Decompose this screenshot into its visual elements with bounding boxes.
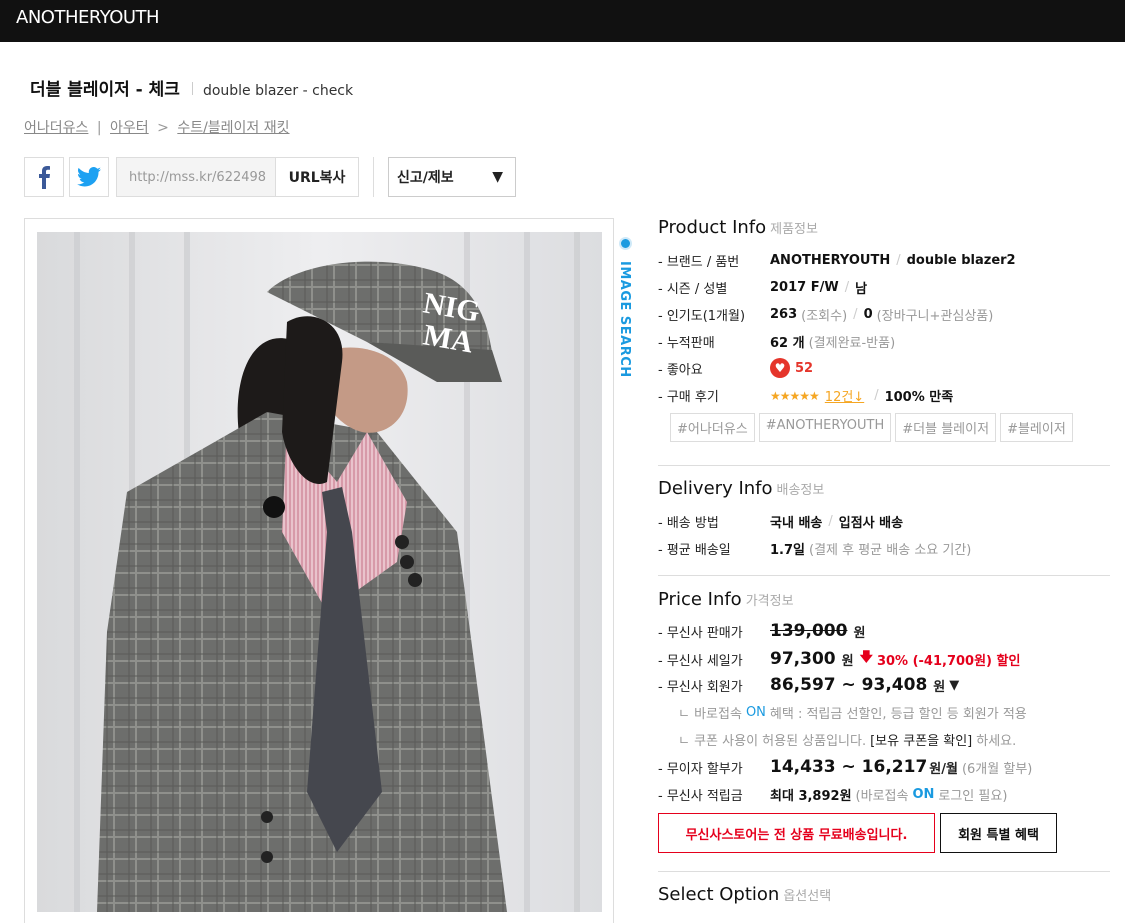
tag-chip[interactable]: #어나더유스 [670, 413, 755, 442]
breadcrumb-category[interactable]: 수트/블레이저 재킷 [177, 120, 289, 136]
tag-list: #어나더유스 #ANOTHERYOUTH #더블 블레이저 #블레이저 [670, 413, 1077, 442]
breadcrumb-separator: > [157, 120, 169, 136]
product-title: 더블 블레이저 - 체크 double blazer - check [30, 75, 353, 100]
brand-link[interactable]: ANOTHERYOUTH [770, 253, 890, 268]
member-price-toggle-icon[interactable]: ▼ [949, 678, 959, 693]
section-divider [658, 575, 1110, 576]
title-divider [191, 82, 193, 95]
product-title-en: double blazer - check [202, 83, 354, 99]
product-info-panel: Product Info 제품정보 - 브랜드 / 품번 ANOTHERYOUTH… [658, 217, 1110, 923]
price-row-installment: - 무이자 할부가 14,433 ~ 16,217 원/월 (6개월 할부) [658, 757, 1033, 777]
price-row-sale: - 무신사 세일가 97,300 원 🡇 30% (-41,700원) 할인 [658, 649, 1021, 669]
breadcrumb-brand[interactable]: 어나더유스 [24, 120, 88, 136]
product-title-ko: 더블 블레이저 - 체크 [30, 80, 180, 100]
normal-price: 139,000 [770, 621, 848, 641]
price-row-points: - 무신사 적립금 최대 3,892원 (바로접속 ON 로그인 필요) [658, 787, 1008, 804]
delivery-row-days: - 평균 배송일 1.7일 (결제 후 평균 배송 소요 기간) [658, 543, 972, 558]
product-code: double blazer2 [906, 253, 1016, 268]
delivery-info-title: Delivery Info 배송정보 [658, 478, 825, 499]
product-photo[interactable]: NIG MA [37, 232, 602, 912]
image-search-tab[interactable]: IMAGE SEARCH [613, 235, 639, 378]
url-copy-button[interactable]: URL복사 [276, 157, 359, 197]
member-price: 86,597 ~ 93,408 [770, 675, 928, 695]
twitter-icon [77, 167, 101, 187]
breadcrumb-outer[interactable]: 아우터 [110, 120, 149, 136]
info-row-brand: - 브랜드 / 품번 ANOTHERYOUTH / double blazer2 [658, 253, 1016, 270]
toolbar-divider [373, 157, 374, 197]
rating-stars-icon: ★★★★★ [770, 388, 820, 403]
price-row-normal: - 무신사 판매가 139,000 원 [658, 621, 866, 641]
like-count: 52 [795, 360, 814, 376]
share-url-field[interactable]: http://mss.kr/622498 [116, 157, 276, 197]
info-row-season: - 시즌 / 성별 2017 F/W / 남 [658, 280, 868, 297]
tag-chip[interactable]: #블레이저 [1000, 413, 1073, 442]
price-note-direct: ㄴ 바로접속 ON 혜택 : 적립금 선할인, 등급 할인 등 회원가 적용 [678, 705, 1027, 722]
twitter-share-button[interactable] [69, 157, 109, 197]
tag-chip[interactable]: #더블 블레이저 [895, 413, 997, 442]
product-image-frame: NIG MA IMAGE SEARCH [24, 218, 632, 923]
price-row-member: - 무신사 회원가 86,597 ~ 93,408 원 ▼ [658, 675, 960, 695]
share-toolbar: http://mss.kr/622498 URL복사 신고/제보 ▼ [24, 157, 516, 197]
info-row-likes: - 좋아요 ♥ 52 [658, 358, 813, 378]
price-info-title: Price Info 가격정보 [658, 589, 794, 610]
product-info-title: Product Info 제품정보 [658, 217, 818, 238]
heart-icon[interactable]: ♥ [770, 358, 790, 378]
image-search-label: IMAGE SEARCH [617, 261, 632, 378]
check-coupon-link[interactable]: [보유 쿠폰을 확인] [870, 730, 972, 749]
info-row-popularity: - 인기도(1개월) 263 (조회수) / 0 (장바구니+관심상품) [658, 307, 994, 324]
review-count-link[interactable]: 12건↓ [825, 386, 864, 405]
price-note-coupon: ㄴ 쿠폰 사용이 허용된 상품입니다. [보유 쿠폰을 확인] 하세요. [678, 730, 1016, 749]
sale-price: 97,300 [770, 649, 836, 669]
arrow-down-icon: 🡇 [859, 650, 873, 665]
top-bar: ANOTHERYOUTH [0, 0, 1125, 42]
info-row-reviews: - 구매 후기 ★★★★★ 12건↓ / 100% 만족 [658, 386, 954, 405]
select-option-title: Select Option 옵션선택 [658, 884, 832, 905]
info-row-sales: - 누적판매 62 개 (결제완료-반품) [658, 336, 896, 351]
member-benefit-button[interactable]: 회원 특별 혜택 [940, 813, 1057, 853]
brand-logo[interactable]: ANOTHERYOUTH [16, 7, 160, 28]
chevron-down-icon: ▼ [492, 169, 503, 185]
report-dropdown[interactable]: 신고/제보 ▼ [388, 157, 516, 197]
report-label: 신고/제보 [397, 170, 454, 186]
free-shipping-banner[interactable]: 무신사스토어는 전 상품 무료배송입니다. [658, 813, 935, 853]
tag-chip[interactable]: #ANOTHERYOUTH [758, 413, 892, 442]
breadcrumb-separator: | [96, 120, 102, 136]
facebook-share-button[interactable] [24, 157, 64, 197]
image-search-icon [619, 237, 632, 250]
section-divider [658, 871, 1110, 872]
section-divider [658, 465, 1110, 466]
delivery-row-method: - 배송 방법 국내 배송 / 입점사 배송 [658, 514, 904, 531]
installment-price: 14,433 ~ 16,217 [770, 757, 928, 777]
breadcrumb: 어나더유스 | 아우터 > 수트/블레이저 재킷 [24, 117, 290, 137]
facebook-icon [39, 166, 50, 189]
discount-label: 30% (-41,700원) 할인 [876, 653, 1021, 669]
